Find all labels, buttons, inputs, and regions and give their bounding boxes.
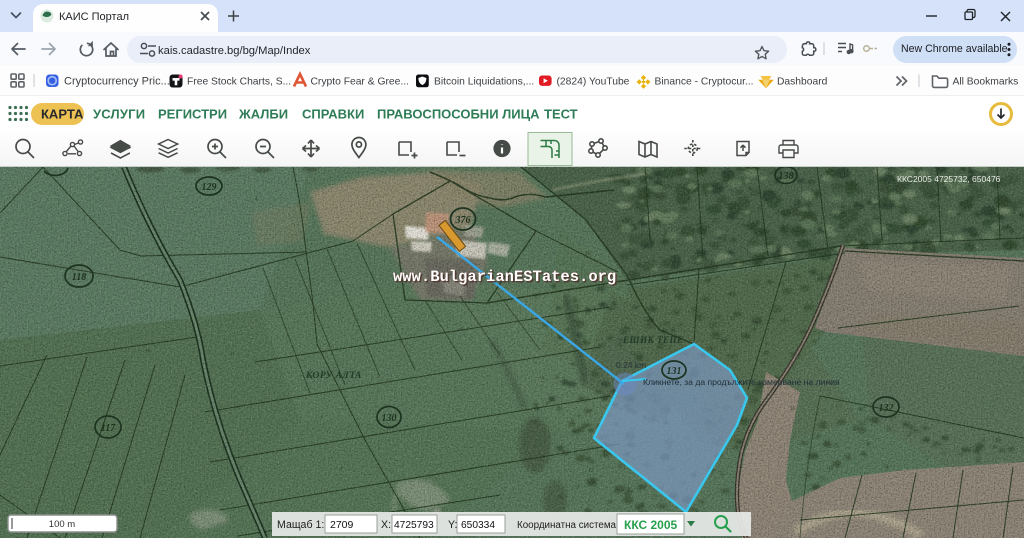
svg-text:129: 129	[202, 182, 217, 193]
svg-text:132: 132	[879, 403, 894, 414]
svg-text:ТЕСТ: ТЕСТ	[544, 107, 578, 122]
svg-text:12: 12	[588, 469, 594, 474]
svg-text:СПРАВКИ: СПРАВКИ	[302, 107, 364, 122]
svg-text:138: 138	[779, 171, 794, 182]
svg-text:Crypto Fear & Gree...: Crypto Fear & Gree...	[311, 77, 409, 88]
svg-text:2709: 2709	[330, 519, 354, 531]
svg-text:КАИС Портал: КАИС Портал	[59, 11, 129, 23]
svg-text:650334: 650334	[461, 520, 495, 531]
svg-text:ККС 2005: ККС 2005	[624, 518, 678, 532]
svg-text:УСЛУГИ: УСЛУГИ	[93, 107, 145, 122]
svg-text:КАРТА: КАРТА	[41, 107, 84, 122]
svg-text:Cryptocurrency Pric...: Cryptocurrency Pric...	[64, 76, 170, 88]
svg-text:100 m: 100 m	[49, 519, 75, 530]
svg-text:Binance - Cryptocur...: Binance - Cryptocur...	[655, 77, 754, 88]
svg-text:11: 11	[230, 352, 235, 357]
svg-text:Координатна система:: Координатна система:	[517, 520, 619, 531]
svg-text:376: 376	[455, 215, 471, 226]
svg-text:22: 22	[610, 307, 616, 312]
svg-text:32: 32	[710, 262, 716, 267]
svg-text:ЖАЛБИ: ЖАЛБИ	[238, 107, 288, 122]
svg-text:Free Stock Charts, S...: Free Stock Charts, S...	[187, 77, 291, 88]
svg-text:34: 34	[760, 361, 766, 366]
svg-text:Bitcoin Liquidations,...: Bitcoin Liquidations,...	[434, 77, 534, 88]
svg-text:16: 16	[790, 407, 796, 412]
svg-text:X:: X:	[381, 519, 391, 531]
svg-text:131: 131	[667, 366, 682, 377]
svg-text:ККС2005 4725732, 650476: ККС2005 4725732, 650476	[897, 174, 1001, 184]
svg-text:kais.cadastre.bg/bg/Map/Index: kais.cadastre.bg/bg/Map/Index	[158, 45, 311, 57]
svg-text:КОРУ АЛТА: КОРУ АЛТА	[305, 371, 362, 381]
svg-text:ПРАВОСПОСОБНИ ЛИЦА: ПРАВОСПОСОБНИ ЛИЦА	[377, 107, 540, 122]
svg-text:РЕГИСТРИ: РЕГИСТРИ	[158, 107, 227, 122]
svg-text:Y:: Y:	[448, 519, 457, 531]
svg-text:All Bookmarks: All Bookmarks	[953, 77, 1019, 88]
svg-text:www.BulgarianESTates.org: www.BulgarianESTates.org	[393, 268, 616, 286]
svg-text:Мащаб 1:: Мащаб 1:	[277, 519, 324, 531]
svg-text:10: 10	[145, 349, 151, 354]
svg-text:18: 18	[828, 467, 834, 472]
svg-text:ЕШИК ТЕПЕ: ЕШИК ТЕПЕ	[622, 335, 684, 345]
svg-text:20: 20	[670, 247, 676, 252]
svg-text:33: 33	[730, 317, 736, 322]
svg-text:118: 118	[72, 272, 86, 283]
svg-text:Кликнете, за да продължите изм: Кликнете, за да продължите измерване на …	[643, 377, 840, 387]
svg-text:0.24 km: 0.24 km	[616, 360, 646, 370]
svg-text:21: 21	[585, 252, 591, 257]
svg-text:(2824) YouTube: (2824) YouTube	[557, 77, 630, 88]
svg-text:130: 130	[382, 413, 397, 424]
svg-text:23: 23	[630, 352, 636, 357]
svg-text:4725793: 4725793	[394, 520, 434, 531]
svg-text:117: 117	[101, 423, 116, 434]
svg-text:Dashboard: Dashboard	[777, 77, 828, 88]
